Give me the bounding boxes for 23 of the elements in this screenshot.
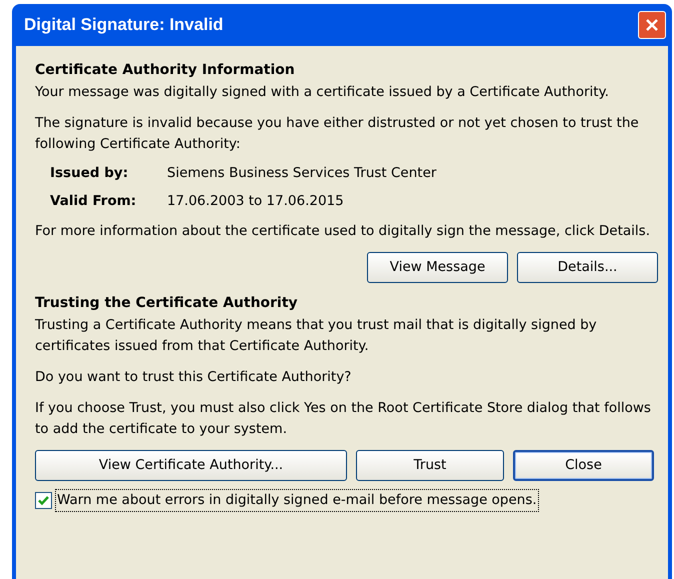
check-icon bbox=[37, 494, 50, 507]
field-label: Valid From: bbox=[49, 192, 138, 211]
section-heading: Trusting the Certificate Authority bbox=[35, 294, 299, 313]
field-value: 17.06.2003 to 17.06.2015 bbox=[167, 192, 344, 211]
paragraph-text: Do you want to trust this Certificate Authority? bbox=[35, 368, 352, 387]
paragraph-text: Trusting a Certificate Authority means that you trust mail that is digitally signed by certificates issued from that Certificate Authority. bbox=[35, 316, 598, 356]
window-title: Digital Signature: Invalid bbox=[24, 14, 224, 36]
dialog-button[interactable]: Close bbox=[513, 450, 654, 481]
section-heading: Certificate Authority Information bbox=[35, 61, 296, 80]
paragraph-text: Your message was digitally signed with a certificate issued by a Certificate Authority. bbox=[35, 83, 610, 102]
checkbox[interactable] bbox=[35, 492, 52, 509]
close-icon bbox=[644, 17, 660, 33]
dialog-button[interactable]: View Message bbox=[367, 252, 508, 283]
paragraph-text: For more information about the certificate used to digitally sign the message, click Details. bbox=[35, 222, 651, 241]
close-button[interactable] bbox=[638, 11, 666, 39]
dialog-button[interactable]: View Certificate Authority... bbox=[35, 450, 347, 481]
paragraph-text: The signature is invalid because you have either distrusted or not yet chosen to trust the following Certificate Authority: bbox=[35, 114, 640, 154]
checkbox-label: Warn me about errors in digitally signed e-mail before message opens. bbox=[55, 489, 539, 512]
paragraph-text: If you choose Trust, you must also click Yes on the Root Certificate Store dialog that follows to add the certificate to your system. bbox=[35, 399, 652, 439]
dialog-button[interactable]: Trust bbox=[356, 450, 504, 481]
field-label: Issued by: bbox=[49, 164, 130, 183]
dialog-button[interactable]: Details... bbox=[517, 252, 658, 283]
field-value: Siemens Business Services Trust Center bbox=[167, 164, 436, 183]
